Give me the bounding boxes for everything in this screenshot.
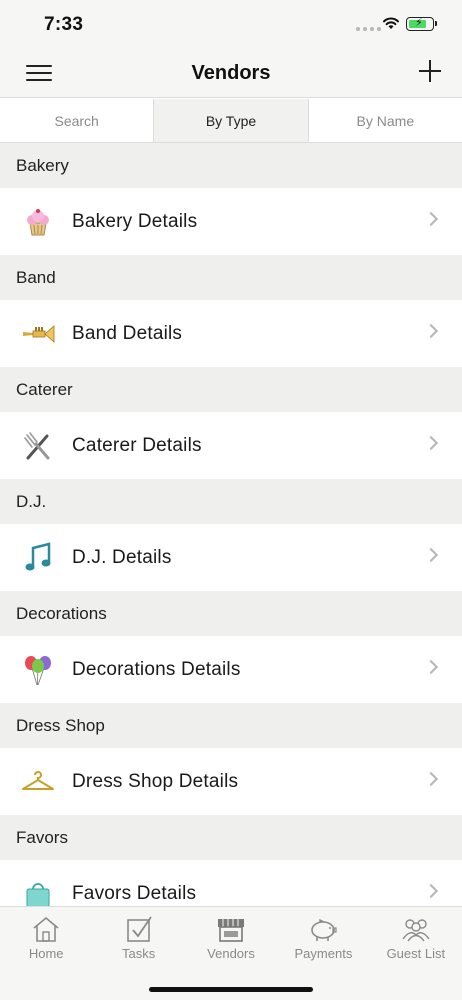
section-header: Dress Shop bbox=[0, 703, 462, 748]
piggy-bank-icon bbox=[311, 918, 338, 941]
segment-search[interactable]: Search bbox=[0, 99, 154, 142]
row-label: Caterer Details bbox=[72, 434, 202, 456]
tab-home[interactable]: Home bbox=[0, 907, 92, 971]
chevron-right-icon bbox=[423, 211, 439, 227]
chevron-right-icon bbox=[423, 883, 439, 899]
chevron-right-icon bbox=[423, 435, 439, 451]
tab-payments[interactable]: Payments bbox=[277, 907, 369, 971]
checkbox-icon bbox=[126, 916, 152, 942]
hanger-icon bbox=[21, 765, 55, 799]
list-item[interactable]: D.J. Details bbox=[0, 524, 462, 591]
chevron-right-icon bbox=[423, 659, 439, 675]
row-label: Decorations Details bbox=[72, 658, 241, 680]
tab-label: Home bbox=[28, 946, 64, 961]
chevron-right-icon bbox=[423, 771, 439, 787]
row-label: Dress Shop Details bbox=[72, 770, 239, 792]
wifi-icon bbox=[383, 17, 399, 29]
section-header: Band bbox=[0, 255, 462, 300]
chevron-right-icon bbox=[423, 547, 439, 563]
section-header: Caterer bbox=[0, 367, 462, 412]
status-time: 7:33 bbox=[44, 14, 84, 35]
list-item[interactable]: Decorations Details bbox=[0, 636, 462, 703]
tab-bar: Home Tasks Vendors Payments Guest List bbox=[0, 906, 462, 1000]
status-bar: 7:33 ⚡ bbox=[0, 0, 462, 48]
add-vendor-button[interactable] bbox=[418, 59, 442, 83]
chevron-right-icon bbox=[423, 323, 439, 339]
row-label: Favors Details bbox=[72, 882, 197, 904]
tab-tasks[interactable]: Tasks bbox=[92, 907, 184, 971]
row-label: Bakery Details bbox=[72, 210, 198, 232]
balloons-icon bbox=[21, 653, 55, 687]
section-header: Bakery bbox=[0, 143, 462, 188]
tab-label: Tasks bbox=[121, 946, 156, 961]
tab-label: Guest List bbox=[386, 946, 446, 961]
nav-bar: Vendors bbox=[0, 48, 462, 98]
storefront-icon bbox=[218, 919, 245, 942]
cupcake-icon bbox=[21, 205, 55, 239]
utensils-icon bbox=[21, 429, 55, 463]
tab-label: Vendors bbox=[207, 946, 255, 961]
tab-vendors[interactable]: Vendors bbox=[185, 907, 277, 971]
cellular-signal-icon bbox=[356, 27, 381, 31]
page-title: Vendors bbox=[191, 62, 271, 84]
home-icon bbox=[33, 916, 59, 942]
section-header: Decorations bbox=[0, 591, 462, 636]
people-icon bbox=[402, 919, 430, 942]
music-note-icon bbox=[21, 541, 55, 575]
list-item[interactable]: Dress Shop Details bbox=[0, 748, 462, 815]
tab-label: Payments bbox=[294, 946, 353, 961]
row-label: D.J. Details bbox=[72, 546, 172, 568]
list-item[interactable]: Caterer Details bbox=[0, 412, 462, 479]
segment-by-name[interactable]: By Name bbox=[308, 99, 462, 142]
vendor-list: Bakery Bakery Details Band Band Details … bbox=[0, 143, 462, 927]
list-item[interactable]: Band Details bbox=[0, 300, 462, 367]
section-header: D.J. bbox=[0, 479, 462, 524]
segment-by-type[interactable]: By Type bbox=[153, 99, 309, 142]
home-indicator bbox=[149, 987, 313, 992]
battery-cap bbox=[435, 21, 437, 26]
battery-icon: ⚡ bbox=[406, 17, 434, 31]
section-header: Favors bbox=[0, 815, 462, 860]
row-label: Band Details bbox=[72, 322, 183, 344]
list-item[interactable]: Bakery Details bbox=[0, 188, 462, 255]
segment-control: Search By Type By Name bbox=[0, 99, 462, 143]
tab-guest-list[interactable]: Guest List bbox=[370, 907, 462, 971]
trumpet-icon bbox=[21, 317, 55, 351]
